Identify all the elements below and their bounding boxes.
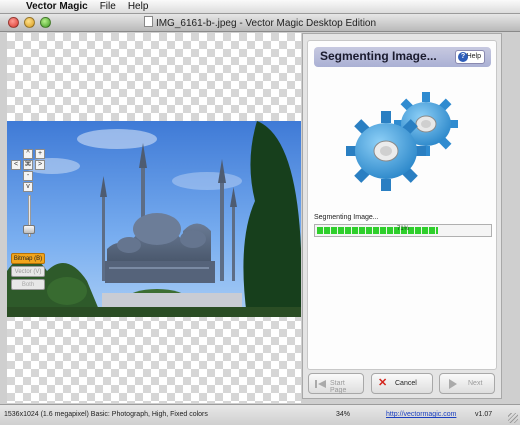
pan-down-button[interactable]: v bbox=[23, 182, 33, 192]
pan-left-button[interactable]: < bbox=[11, 160, 21, 170]
both-mode-button[interactable]: Both bbox=[11, 279, 45, 290]
cancel-x-icon: ✕ bbox=[378, 377, 388, 389]
wizard-header: Segmenting Image... ? Help bbox=[314, 47, 491, 67]
menu-help[interactable]: Help bbox=[128, 1, 149, 12]
window-title-text: IMG_6161-b-.jpeg - Vector Magic Desktop … bbox=[155, 18, 377, 29]
cancel-button[interactable]: ✕ Cancel bbox=[371, 373, 433, 394]
next-arrow-icon bbox=[449, 379, 457, 389]
gears-icon bbox=[346, 92, 458, 191]
window-titlebar[interactable]: IMG_6161-b-.jpeg - Vector Magic Desktop … bbox=[0, 14, 520, 32]
zoom-level: 34% bbox=[336, 411, 351, 418]
vector-mode-button[interactable]: Vector (V) bbox=[11, 266, 45, 277]
next-label: Next bbox=[468, 380, 483, 387]
help-icon: ? bbox=[458, 52, 468, 62]
progress-percent: 71% bbox=[396, 226, 409, 232]
website-link[interactable]: http://vectormagic.com bbox=[386, 411, 456, 418]
version-label: v1.07 bbox=[475, 411, 493, 418]
resize-grip-icon[interactable] bbox=[508, 413, 518, 423]
wizard-title: Segmenting Image... bbox=[320, 49, 437, 63]
start-page-label: Start Page bbox=[330, 380, 347, 394]
progress-bar: 71% bbox=[314, 224, 492, 237]
bitmap-mode-button[interactable]: Bitmap (B) bbox=[11, 253, 45, 264]
help-button[interactable]: ? Help bbox=[455, 50, 485, 64]
progress-label: Segmenting Image... bbox=[314, 214, 379, 221]
menu-bar: Vector Magic File Help bbox=[0, 0, 520, 14]
app-root: Vector Magic File Help IMG_6161-b-.jpeg … bbox=[0, 0, 520, 425]
menu-file[interactable]: File bbox=[100, 1, 116, 12]
image-canvas[interactable]: ^ + < ⌘ > - v Bitmap (B) Vector (V) Both bbox=[7, 33, 301, 403]
start-page-button[interactable]: Start Page bbox=[308, 373, 364, 394]
cancel-label: Cancel bbox=[395, 380, 417, 387]
first-page-icon bbox=[315, 380, 326, 388]
zoom-out-button[interactable]: - bbox=[23, 171, 33, 181]
fit-button[interactable]: ⌘ bbox=[23, 160, 33, 170]
pan-up-button[interactable]: ^ bbox=[23, 149, 33, 159]
image-info: 1536x1024 (1.6 megapixel) Basic: Photogr… bbox=[4, 411, 208, 418]
window-title: IMG_6161-b-.jpeg - Vector Magic Desktop … bbox=[0, 16, 520, 29]
pan-right-button[interactable]: > bbox=[35, 160, 45, 170]
source-photo bbox=[7, 121, 301, 317]
menu-app-name[interactable]: Vector Magic bbox=[26, 1, 88, 12]
wizard-panel: Segmenting Image... ? Help Segmenting Im… bbox=[302, 33, 502, 399]
zoom-in-button[interactable]: + bbox=[35, 149, 45, 159]
zoom-slider-thumb[interactable] bbox=[23, 225, 35, 234]
status-bar: 1536x1024 (1.6 megapixel) Basic: Photogr… bbox=[0, 404, 520, 425]
help-button-label: Help bbox=[466, 53, 481, 60]
wizard-content: Segmenting Image... ? Help Segmenting Im… bbox=[307, 40, 497, 370]
document-icon bbox=[143, 16, 153, 27]
next-button[interactable]: Next bbox=[439, 373, 495, 394]
